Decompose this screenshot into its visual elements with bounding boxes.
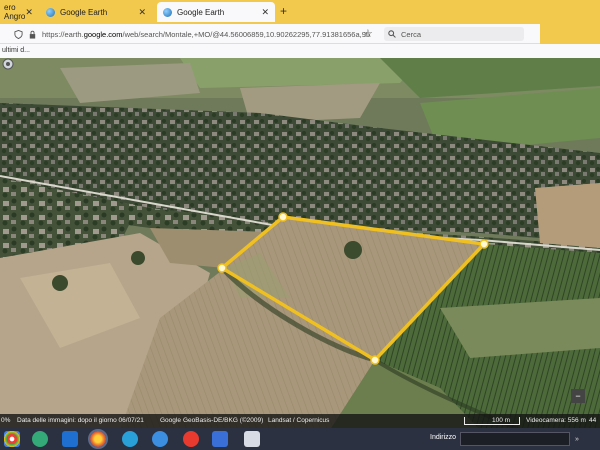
files-icon[interactable] (244, 431, 260, 447)
close-icon[interactable]: ✕ (138, 7, 146, 18)
scale-bar (464, 417, 520, 425)
bookmark-item[interactable]: ultimi d... (2, 47, 30, 54)
polygon-vertex[interactable] (479, 239, 489, 249)
attribution-geobasis: GeoBasis-DE/BKG (©2009) (183, 417, 264, 424)
search-icon (388, 30, 396, 38)
chevron-icon[interactable]: » (575, 436, 579, 443)
satellite-imagery[interactable] (0, 58, 600, 430)
app-icon[interactable] (152, 431, 168, 447)
address-label: Indirizzo (430, 434, 457, 441)
tab-label: ero Angro (4, 3, 26, 21)
chrome-icon[interactable] (4, 431, 20, 447)
polygon-vertex[interactable] (217, 263, 227, 273)
tab-partial[interactable]: ero Angro ✕ (0, 2, 38, 22)
toolbar-fill (540, 24, 600, 44)
bookmarks-bar: ultimi d... (0, 44, 600, 58)
camera-altitude: Videocamera: 556 m (526, 417, 586, 424)
tab-label: Google Earth (60, 7, 108, 17)
polygon-vertex[interactable] (370, 355, 380, 365)
close-icon[interactable]: ✕ (261, 7, 269, 18)
app-icon-blue[interactable] (212, 431, 228, 447)
camera-tail: 44 (589, 417, 597, 424)
url-path: /web/search/Montale,+MO/@44.56006859,10.… (122, 29, 371, 39)
url-host: google.com (83, 29, 123, 39)
google-earth-icon (163, 7, 172, 17)
imagery-date: Data delle immagini: dopo il giorno 06/0… (17, 417, 144, 424)
search-placeholder: Cerca (401, 29, 422, 39)
tab-bar: ero Angro ✕ Google Earth ✕ Google Earth … (0, 0, 600, 24)
location-pin-icon[interactable] (2, 58, 14, 70)
internet-explorer-icon[interactable] (62, 431, 78, 447)
telegram-icon[interactable] (122, 431, 138, 447)
nav-bar: https://earth. google.com/web/search/Mont… (0, 24, 600, 44)
close-icon[interactable]: ✕ (25, 7, 33, 18)
new-tab-button[interactable]: + (280, 4, 287, 18)
attribution-google: Google (160, 417, 181, 424)
opera-icon[interactable] (183, 431, 199, 447)
search-input[interactable]: Cerca (384, 27, 524, 41)
tab-label: Google Earth (177, 7, 225, 17)
url-bar[interactable]: https://earth. google.com/web/search/Mont… (14, 26, 376, 42)
address-input[interactable] (460, 432, 570, 446)
zoom-out-button[interactable]: − (571, 389, 585, 403)
lock-icon (29, 30, 36, 39)
os-taskbar: Indirizzo » (0, 428, 600, 450)
chrome-canary-icon[interactable] (32, 431, 48, 447)
google-earth-icon (46, 7, 55, 17)
firefox-icon[interactable] (88, 429, 108, 449)
url-prefix: https://earth. (42, 29, 84, 39)
earth-map-view[interactable] (0, 58, 600, 430)
bookmark-star-icon[interactable]: ☆ (363, 27, 373, 40)
shield-icon (14, 29, 23, 39)
tab-google-earth-1[interactable]: Google Earth ✕ (40, 2, 152, 22)
polygon-vertex[interactable] (278, 212, 288, 222)
tab-google-earth-active[interactable]: Google Earth ✕ (157, 2, 275, 22)
status-zoom: 0% (1, 417, 11, 424)
attribution-landsat: Landsat / Copernicus (268, 417, 330, 424)
